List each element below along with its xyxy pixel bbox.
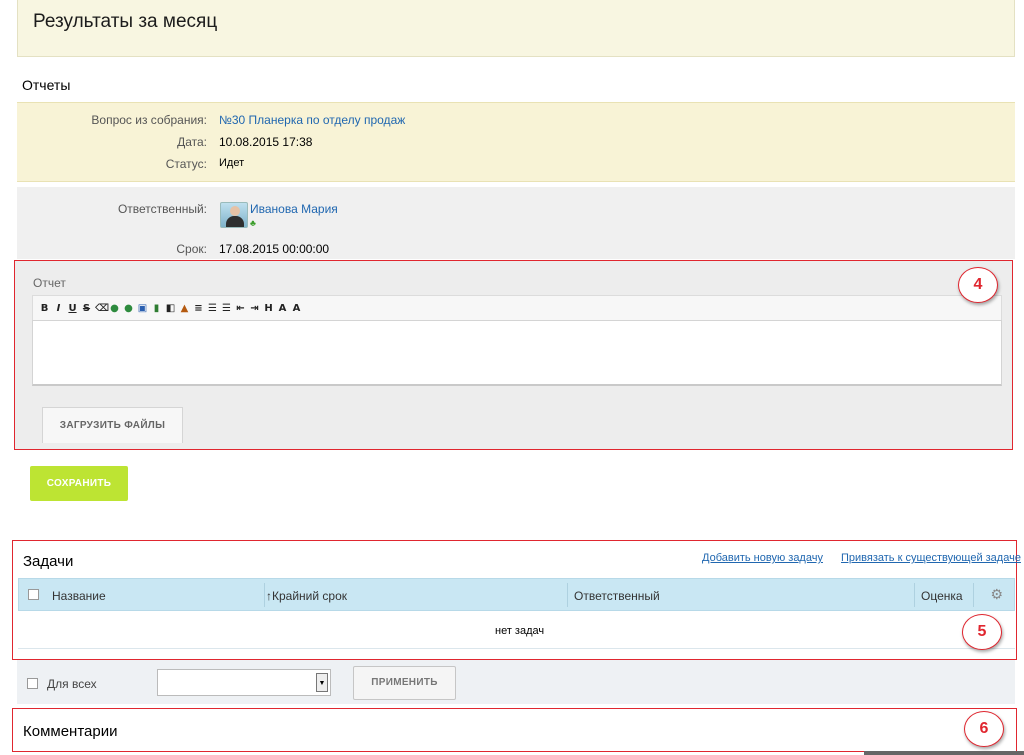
comments-heading: Комментарии xyxy=(23,723,118,740)
responsible-user-link[interactable]: Иванова Мария xyxy=(250,202,338,216)
font-size-icon[interactable]: A xyxy=(277,302,288,315)
video-icon[interactable]: ▮ xyxy=(151,302,162,315)
link-icon[interactable]: ● xyxy=(109,302,120,315)
outdent-icon[interactable]: ⇤ xyxy=(235,302,246,315)
underline-button[interactable]: U xyxy=(67,302,78,315)
marker-5: 5 xyxy=(962,614,1002,650)
avatar[interactable] xyxy=(220,202,248,228)
report-label: Отчет xyxy=(33,276,66,290)
column-deadline[interactable]: ↑Крайний срок xyxy=(266,589,347,603)
deadline-label: Срок: xyxy=(176,242,207,256)
ordered-list-icon[interactable]: ☰ xyxy=(207,302,218,315)
column-separator xyxy=(914,583,915,607)
for-all-checkbox[interactable] xyxy=(27,678,38,689)
indent-icon[interactable]: ⇥ xyxy=(249,302,260,315)
tasks-heading: Задачи xyxy=(23,553,74,570)
add-task-link[interactable]: Добавить новую задачу xyxy=(702,552,823,564)
page-title: Результаты за месяц xyxy=(33,11,218,32)
gear-icon[interactable]: ⚙ xyxy=(990,586,1003,603)
status-value: Идет xyxy=(219,157,245,169)
column-separator xyxy=(264,583,265,607)
column-separator xyxy=(973,583,974,607)
page-title-box: Результаты за месяц xyxy=(17,0,1015,57)
status-label: Статус: xyxy=(165,157,207,171)
column-separator xyxy=(567,583,568,607)
responsible-label: Ответственный: xyxy=(117,202,207,216)
eraser-icon[interactable]: ⌫ xyxy=(95,302,109,315)
meeting-question-link[interactable]: №30 Планерка по отделу продаж xyxy=(219,113,405,127)
report-text-editor[interactable] xyxy=(32,320,1002,386)
marker-4: 4 xyxy=(958,267,998,303)
unlink-icon[interactable]: ● xyxy=(123,302,134,315)
empty-tasks-message: нет задач xyxy=(495,625,545,637)
user-status-icon: ♣ xyxy=(250,218,256,228)
select-all-checkbox[interactable] xyxy=(28,589,39,600)
align-icon[interactable]: ≡ xyxy=(193,302,204,315)
column-responsible[interactable]: Ответственный xyxy=(574,589,660,603)
date-value: 10.08.2015 17:38 xyxy=(219,135,313,149)
save-button[interactable]: СОХРАНИТЬ xyxy=(30,466,128,501)
image-icon[interactable]: ▣ xyxy=(137,302,148,315)
table-icon[interactable]: ◧ xyxy=(165,302,176,315)
reports-heading: Отчеты xyxy=(22,77,71,93)
responsible-box: Ответственный: Иванова Мария Срок: 17.08… xyxy=(17,187,1015,259)
font-style-icon[interactable]: A xyxy=(291,302,302,315)
tasks-section: Задачи Добавить новую задачу Привязать к… xyxy=(12,540,1021,660)
bottom-strip xyxy=(864,751,1024,755)
for-all-label: Для всех xyxy=(47,677,97,691)
comments-section: Комментарии xyxy=(12,708,1017,752)
unordered-list-icon[interactable]: ☰ xyxy=(221,302,232,315)
date-label: Дата: xyxy=(177,135,207,149)
deadline-value: 17.08.2015 00:00:00 xyxy=(219,242,330,256)
text-color-icon[interactable]: ▲ xyxy=(179,302,190,315)
tasks-grid-body: нет задач xyxy=(18,611,1015,649)
meeting-info-box: Вопрос из собрания: №30 Планерка по отде… xyxy=(17,102,1015,182)
tasks-grid-header: Название ↑Крайний срок Ответственный Оце… xyxy=(18,578,1015,611)
question-label: Вопрос из собрания: xyxy=(91,113,207,127)
action-select[interactable]: ▼ xyxy=(157,669,331,696)
marker-6: 6 xyxy=(964,711,1004,747)
heading-icon[interactable]: H xyxy=(263,302,274,315)
column-name[interactable]: Название xyxy=(52,589,106,603)
column-rating[interactable]: Оценка xyxy=(921,589,963,603)
strikethrough-button[interactable]: S xyxy=(81,302,92,315)
attach-task-link[interactable]: Привязать к существующей задаче xyxy=(841,552,1021,564)
editor-toolbar: B I U S ⌫ ● ● ▣ ▮ ◧ ▲ ≡ ☰ ☰ ⇤ ⇥ H A A xyxy=(32,295,1002,321)
report-editor-section: Отчет B I U S ⌫ ● ● ▣ ▮ ◧ ▲ ≡ ☰ ☰ ⇤ ⇥ H … xyxy=(14,260,1013,450)
upload-files-button[interactable]: ЗАГРУЗИТЬ ФАЙЛЫ xyxy=(42,407,183,443)
group-action-bar: Для всех ▼ ПРИМЕНИТЬ xyxy=(17,660,1015,704)
chevron-down-icon[interactable]: ▼ xyxy=(316,673,328,692)
bold-button[interactable]: B xyxy=(39,302,50,315)
apply-button[interactable]: ПРИМЕНИТЬ xyxy=(353,666,456,700)
italic-button[interactable]: I xyxy=(53,302,64,315)
